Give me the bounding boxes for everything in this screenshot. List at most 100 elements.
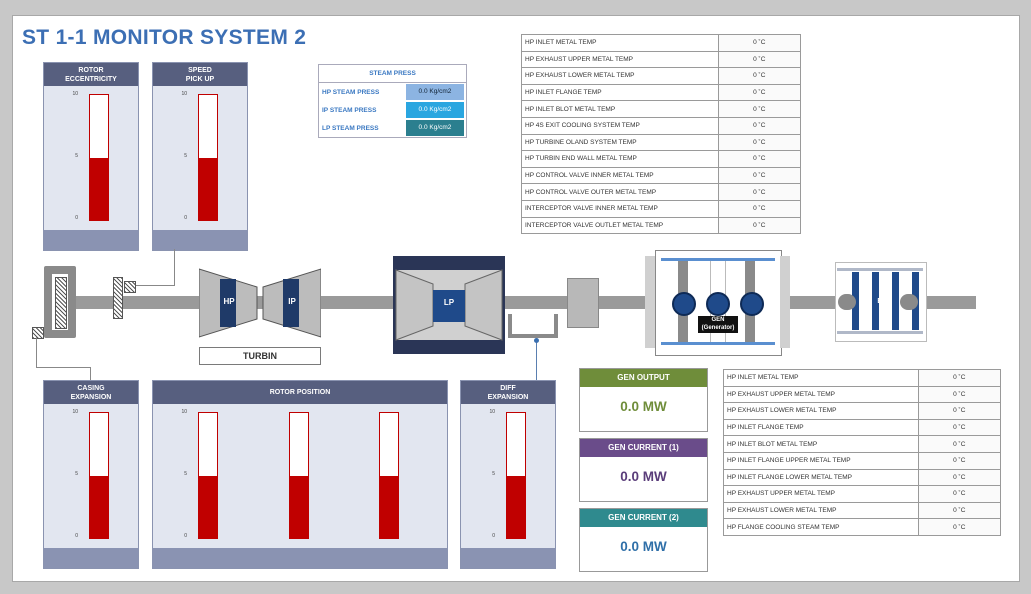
temp-value: 0 ˚C [717, 100, 802, 118]
generator-rotor [740, 292, 764, 316]
table-row: HP INLET FLANGE TEMP 0 ˚C [521, 83, 802, 102]
temp-label: HP 4S EXIT COOLING SYSTEM TEMP [521, 116, 719, 135]
eccentricity-sensor [113, 277, 123, 319]
gauge-fill [507, 475, 525, 538]
tick-label: 10 [181, 91, 187, 97]
temp-value: 0 ˚C [917, 485, 1001, 503]
temp-label: HP INLET FLANGE TEMP [521, 83, 719, 102]
gauge-tube [89, 94, 109, 221]
casing-expansion-title-2: EXPANSION [70, 393, 112, 401]
temp-label: HP EXHAUST LOWER METAL TEMP [723, 402, 919, 420]
gen-current2-value: 0.0 MW [620, 539, 667, 554]
diff-expansion-bracket [508, 314, 558, 338]
temp-value: 0 ˚C [717, 83, 802, 102]
temp-label: INTERCEPTOR VALVE INNER METAL TEMP [521, 199, 719, 218]
sensor-dot [534, 338, 539, 343]
generator-label-box: GEN (Generator) [698, 316, 738, 333]
table-row: HP INLET FLANGE UPPER METAL TEMP 0 ˚C [723, 451, 1001, 470]
speed-pick-up-panel: SPEED PICK UP 10 5 0 [152, 62, 248, 251]
gauge-tube [89, 412, 109, 539]
speed-pick-up-header: SPEED PICK UP [153, 63, 247, 86]
generator-side [645, 256, 655, 348]
tick-label: 10 [72, 91, 78, 97]
generator-label: GEN [711, 317, 725, 323]
temp-value: 0 ˚C [917, 369, 1001, 387]
steam-row-lp: LP STEAM PRESS 0.0 Kg/cm2 [319, 119, 466, 137]
ip-label: IP [288, 297, 296, 306]
tick-label: 10 [72, 409, 78, 415]
sensor-connector [90, 367, 91, 381]
panel-footer [44, 548, 138, 568]
table-row: HP FLANGE COOLING STEAM TEMP 0 ˚C [723, 518, 1001, 536]
temp-label: HP FLANGE COOLING STEAM TEMP [723, 518, 919, 536]
temp-value: 0 ˚C [917, 402, 1001, 420]
gen-output-label: GEN OUTPUT [580, 369, 707, 387]
temp-label: INTERCEPTOR VALVE OUTLET METAL TEMP [521, 216, 719, 235]
diff-expansion-title-1: DIFF [500, 384, 516, 392]
tick-label: 0 [75, 533, 78, 539]
table-row: HP EXHAUST LOWER METAL TEMP 0 ˚C [521, 67, 802, 85]
sensor-connector [174, 249, 175, 285]
temp-value: 0 ˚C [717, 67, 802, 85]
table-row: HP INLET FLANGE TEMP 0 ˚C [723, 418, 1001, 437]
diff-expansion-panel: DIFF EXPANSION 10 5 0 [460, 380, 556, 569]
temp-label: HP INLET BLOT METAL TEMP [521, 100, 719, 118]
table-row: INTERCEPTOR VALVE INNER METAL TEMP 0 ˚C [521, 199, 802, 218]
temp-value: 0 ˚C [717, 150, 802, 168]
sensor-connector [36, 367, 91, 368]
steam-value: 0.0 Kg/cm2 [406, 84, 464, 100]
temp-label: HP TURBINE OLAND SYSTEM TEMP [521, 133, 719, 152]
temp-label: HP INLET METAL TEMP [521, 34, 719, 52]
table-row: HP EXHAUST UPPER METAL TEMP 0 ˚C [521, 50, 802, 69]
exciter-bearing [838, 294, 856, 310]
tick-label: 5 [75, 153, 78, 159]
diff-expansion-title-2: EXPANSION [487, 393, 529, 401]
temp-label: HP EXHAUST LOWER METAL TEMP [723, 501, 919, 520]
tick-label: 5 [184, 471, 187, 477]
table-row: HP INLET BLOT METAL TEMP 0 ˚C [723, 435, 1001, 453]
speed-sensor [124, 281, 136, 293]
tick-label: 0 [75, 215, 78, 221]
temp-value: 0 ˚C [717, 34, 802, 52]
temp-label: HP INLET METAL TEMP [723, 369, 919, 387]
gauge-tube [379, 412, 399, 539]
rotor-position-header: ROTOR POSITION [153, 381, 447, 404]
rotor-position-title: ROTOR POSITION [269, 389, 331, 396]
turbin-label: TURBIN [199, 347, 321, 365]
temp-value: 0 ˚C [717, 50, 802, 69]
table-row: HP INLET BLOT METAL TEMP 0 ˚C [521, 100, 802, 118]
panel-footer [153, 548, 447, 568]
table-row: HP EXHAUST UPPER METAL TEMP 0 ˚C [723, 385, 1001, 404]
gauge-fill [290, 475, 308, 538]
steam-label: IP STEAM PRESS [322, 106, 377, 114]
panel-footer [44, 230, 138, 250]
tick-label: 0 [492, 533, 495, 539]
temp-value: 0 ˚C [917, 418, 1001, 437]
gen-output-value: 0.0 MW [620, 399, 667, 414]
temp-label: HP INLET BLOT METAL TEMP [723, 435, 919, 453]
temp-label: HP INLET FLANGE TEMP [723, 418, 919, 437]
temp-value: 0 ˚C [717, 116, 802, 135]
steam-value: 0.0 Kg/cm2 [406, 120, 464, 136]
exciter-rail [837, 268, 923, 271]
table-row: HP TURBIN END WALL METAL TEMP 0 ˚C [521, 150, 802, 168]
temp-label: HP CONTROL VALVE OUTER METAL TEMP [521, 183, 719, 201]
speed-pick-up-title-2: PICK UP [185, 75, 215, 83]
gauge-fill [199, 157, 217, 220]
temp-value: 0 ˚C [717, 133, 802, 152]
temp-label: HP EXHAUST UPPER METAL TEMP [723, 485, 919, 503]
steam-press-table: STEAM PRESS HP STEAM PRESS 0.0 Kg/cm2 IP… [318, 64, 467, 138]
casing-expansion-title-1: CASING [77, 384, 105, 392]
steam-label: HP STEAM PRESS [322, 88, 380, 96]
steam-value: 0.0 Kg/cm2 [406, 102, 464, 118]
steam-press-title: STEAM PRESS [319, 65, 466, 83]
panel-footer [153, 230, 247, 250]
steam-row-hp: HP STEAM PRESS 0.0 Kg/cm2 [319, 83, 466, 101]
bearing-hatch [55, 277, 67, 329]
casing-sensor [32, 327, 44, 339]
temp-value: 0 ˚C [717, 183, 802, 201]
rotor-eccentricity-title-1: ROTOR [78, 66, 104, 74]
sensor-connector [135, 285, 175, 286]
rotor-eccentricity-panel: ROTOR ECCENTRICITY 10 5 0 [43, 62, 139, 251]
rotor-eccentricity-header: ROTOR ECCENTRICITY [44, 63, 138, 86]
